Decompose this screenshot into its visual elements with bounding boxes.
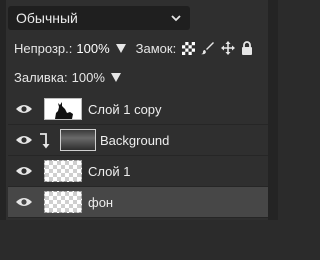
opacity-label: Непрозр.: [14, 40, 73, 56]
layer-row-selected[interactable]: фон [8, 187, 268, 218]
layer-name: фон [88, 195, 114, 210]
layer-name: Слой 1 [88, 164, 131, 179]
eye-icon[interactable] [16, 165, 32, 177]
wolf-silhouette-icon [45, 99, 81, 119]
clipping-mask-arrow-icon [40, 133, 50, 149]
lock-options [182, 41, 253, 55]
lock-all-icon[interactable] [241, 41, 253, 55]
layer-thumbnail [44, 98, 82, 120]
lock-label: Замок: [135, 40, 177, 56]
layer-thumbnail [44, 160, 82, 182]
layer-row[interactable]: Слой 1 copy [8, 94, 268, 125]
layer-row[interactable]: Слой 1 [8, 156, 268, 187]
layer-thumbnail [44, 191, 82, 213]
layer-name: Слой 1 copy [88, 102, 162, 117]
lock-move-icon[interactable] [221, 41, 236, 55]
opacity-lock-row: Непрозр.: 100% Замок: [14, 38, 253, 58]
layer-thumbnail [60, 129, 96, 151]
layer-name: Background [100, 133, 170, 148]
opacity-value[interactable]: 100% [76, 41, 109, 56]
eye-icon[interactable] [16, 134, 32, 146]
lock-brush-icon[interactable] [201, 41, 215, 55]
blend-mode-select[interactable]: Обычный [8, 6, 190, 30]
panel-bottom-area [0, 220, 278, 260]
eye-icon[interactable] [16, 103, 32, 115]
fill-value[interactable]: 100% [72, 70, 105, 85]
fill-row: Заливка: 100% [14, 67, 127, 87]
blend-mode-value: Обычный [16, 10, 78, 26]
fill-dropdown-icon[interactable] [110, 72, 121, 82]
layer-row[interactable]: Background [8, 125, 268, 156]
layers-panel: Обычный Непрозр.: 100% Замок: Заливка: 1… [0, 0, 278, 260]
opacity-dropdown-icon[interactable] [115, 43, 126, 53]
eye-icon[interactable] [16, 196, 32, 208]
fill-label: Заливка: [14, 69, 68, 85]
layers-list: Слой 1 copy Background Слой 1 фон [8, 94, 268, 220]
lock-transparency-icon[interactable] [182, 41, 196, 55]
chevron-down-icon [171, 15, 181, 22]
